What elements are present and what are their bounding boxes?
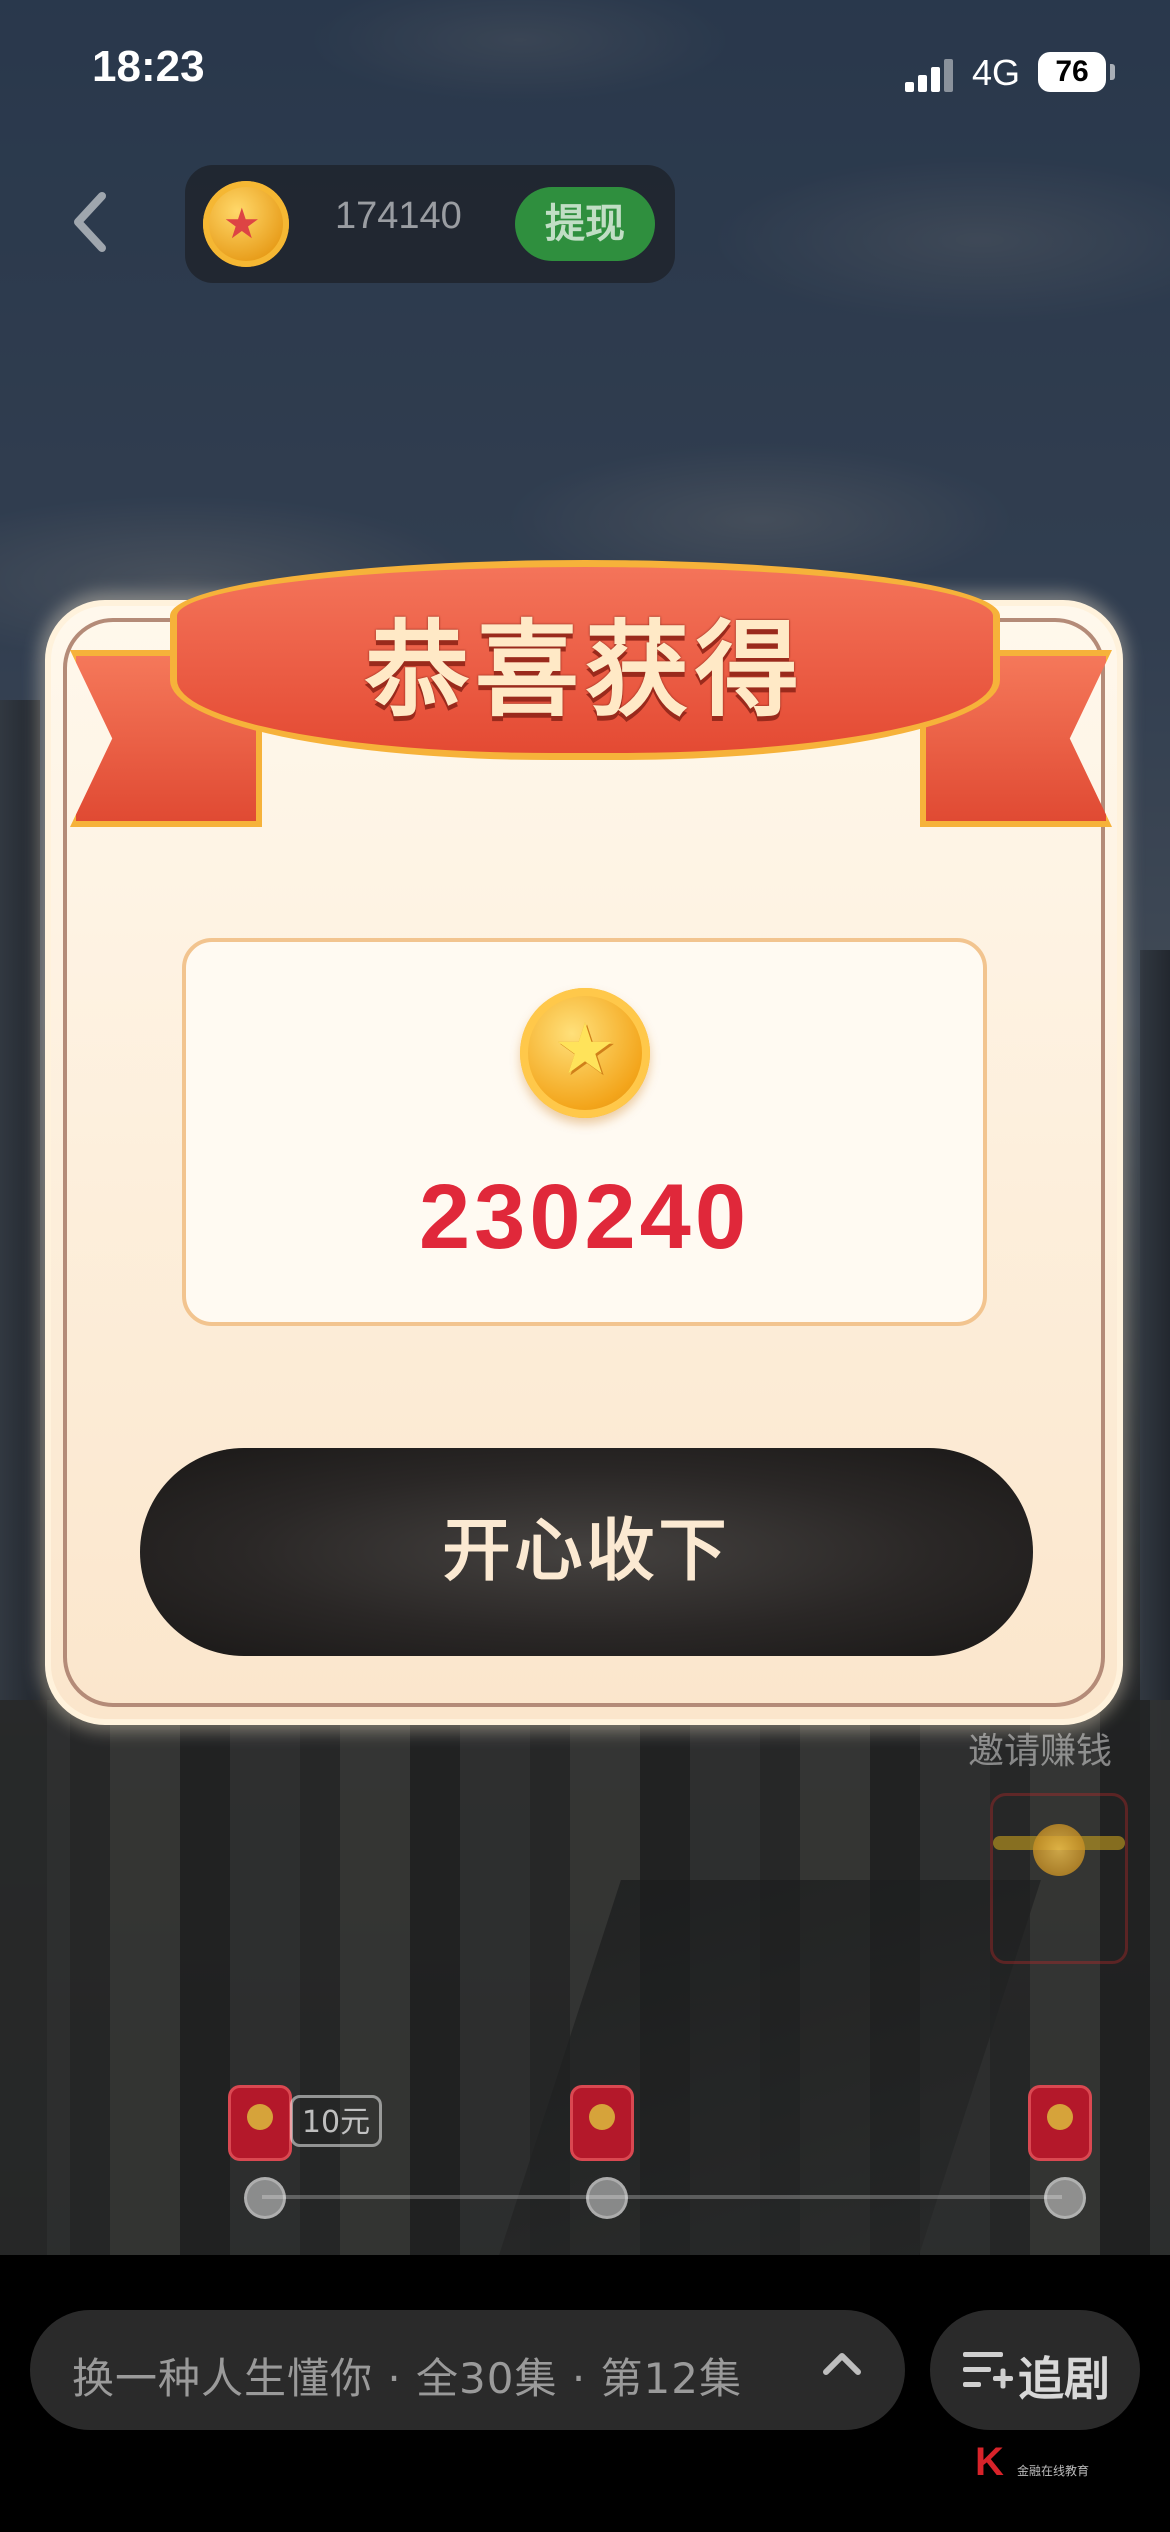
invite-reward-box[interactable] (990, 1793, 1128, 1964)
follow-label: 追剧 (1018, 2352, 1110, 2406)
progress-node (1044, 2177, 1086, 2219)
episode-info: 换一种人生懂你 · 全30集 · 第12集 (72, 2354, 742, 2403)
gold-coin-icon: ★ (520, 988, 650, 1118)
chevron-up-icon[interactable] (822, 2343, 862, 2393)
coin-icon (1033, 1824, 1085, 1876)
withdraw-button[interactable]: 提现 (515, 187, 655, 261)
signal-icon (905, 58, 955, 92)
red-envelope-icon[interactable] (228, 2085, 292, 2161)
progress-node (586, 2177, 628, 2219)
coin-balance: 174140 (335, 195, 462, 237)
brand-logo: K (975, 2440, 1004, 2484)
brand-watermark: K 金融在线教育 (975, 2440, 1115, 2490)
status-bar: 18:23 4G 76 (0, 0, 1170, 140)
red-envelope-icon[interactable] (1028, 2085, 1092, 2161)
reward-tag: 10元 (290, 2095, 382, 2147)
status-time: 18:23 (92, 42, 205, 91)
chevron-left-icon (74, 192, 106, 252)
coin-balance-bar: ★ 174140 提现 (185, 165, 675, 283)
coin-icon: ★ (203, 181, 289, 267)
add-to-list-icon (963, 2350, 1013, 2390)
back-button[interactable] (70, 190, 130, 260)
brand-text: 金融在线教育 (1017, 2464, 1090, 2478)
red-envelope-icon[interactable] (570, 2085, 634, 2161)
reward-amount: 230240 (419, 1166, 750, 1268)
dialog-title: 恭喜获得 (364, 609, 805, 731)
accept-button[interactable]: 开心收下 (140, 1448, 1033, 1656)
battery-icon: 76 (1038, 52, 1106, 92)
progress-node (244, 2177, 286, 2219)
network-type: 4G (972, 52, 1021, 93)
star-icon: ★ (553, 1008, 617, 1090)
battery-tip (1110, 64, 1115, 80)
invite-label[interactable]: 邀请赚钱 (968, 1722, 1112, 1774)
progress-track (262, 2195, 1062, 2199)
